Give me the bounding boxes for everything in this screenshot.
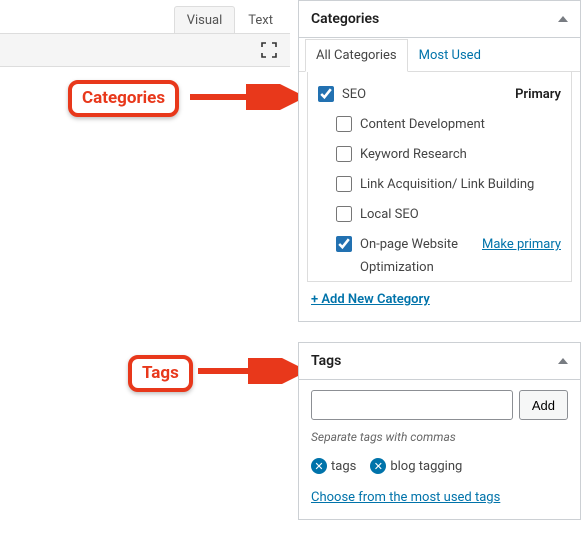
sidebar: Categories All Categories Most Used SEO … — [298, 0, 581, 540]
category-label: Local SEO — [360, 204, 561, 226]
category-label: On-page Website Optimization — [360, 234, 474, 278]
category-checkbox[interactable] — [318, 86, 334, 102]
choose-most-used-tags-link[interactable]: Choose from the most used tags — [311, 490, 500, 505]
category-checkbox[interactable] — [336, 146, 352, 162]
category-label: Content Development — [360, 114, 561, 136]
primary-badge: Primary — [507, 84, 561, 106]
tab-text[interactable]: Text — [235, 6, 286, 35]
tags-hint: Separate tags with commas — [311, 430, 568, 444]
categories-panel-body: All Categories Most Used SEO Primary Con… — [299, 38, 580, 321]
tags-panel-body: Add Separate tags with commas ✕ tags ✕ b… — [299, 380, 580, 519]
collapse-icon — [558, 358, 568, 364]
categories-panel: Categories All Categories Most Used SEO … — [298, 0, 581, 322]
tags-panel-toggle[interactable]: Tags — [299, 343, 580, 380]
editor-tab-group: Visual Text — [174, 6, 286, 35]
make-primary-link[interactable]: Make primary — [474, 234, 561, 256]
category-item-link-acquisition[interactable]: Link Acquisition/ Link Building — [336, 170, 561, 200]
category-checkbox[interactable] — [336, 236, 352, 252]
editor-toolbar — [0, 33, 290, 67]
tags-panel: Tags Add Separate tags with commas ✕ tag… — [298, 342, 581, 520]
category-label: Keyword Research — [360, 144, 561, 166]
category-tab-group: All Categories Most Used — [299, 38, 580, 72]
category-item-onpage-optimization[interactable]: On-page Website Optimization Make primar… — [336, 230, 561, 282]
panel-title: Tags — [311, 353, 341, 369]
tag-input-row: Add — [311, 390, 568, 420]
tag-input[interactable] — [311, 390, 513, 420]
category-item-local-seo[interactable]: Local SEO — [336, 200, 561, 230]
category-checkbox[interactable] — [336, 176, 352, 192]
tag-chip: ✕ blog tagging — [370, 458, 462, 474]
category-item-content-development[interactable]: Content Development — [336, 110, 561, 140]
annotation-categories: Categories — [68, 80, 179, 117]
tab-all-categories[interactable]: All Categories — [305, 39, 408, 72]
tag-label: tags — [331, 459, 356, 474]
category-item-seo[interactable]: SEO Primary — [318, 80, 561, 110]
categories-panel-toggle[interactable]: Categories — [299, 1, 580, 38]
tag-chip-list: ✕ tags ✕ blog tagging — [311, 458, 568, 474]
category-label: SEO — [342, 84, 507, 106]
panel-title: Categories — [311, 11, 379, 27]
category-checkbox[interactable] — [336, 116, 352, 132]
tag-label: blog tagging — [390, 459, 462, 474]
category-item-keyword-research[interactable]: Keyword Research — [336, 140, 561, 170]
add-new-category-link[interactable]: + Add New Category — [311, 292, 430, 307]
add-tag-button[interactable]: Add — [519, 390, 568, 420]
tab-most-used[interactable]: Most Used — [408, 39, 492, 72]
remove-tag-icon[interactable]: ✕ — [370, 458, 386, 474]
category-checkbox[interactable] — [336, 206, 352, 222]
collapse-icon — [558, 16, 568, 22]
category-list[interactable]: SEO Primary Content Development Keyword … — [307, 72, 572, 282]
annotation-tags: Tags — [128, 355, 193, 392]
tab-visual[interactable]: Visual — [174, 6, 236, 35]
remove-tag-icon[interactable]: ✕ — [311, 458, 327, 474]
tag-chip: ✕ tags — [311, 458, 356, 474]
fullscreen-icon[interactable] — [260, 41, 278, 59]
category-label: Link Acquisition/ Link Building — [360, 174, 561, 196]
